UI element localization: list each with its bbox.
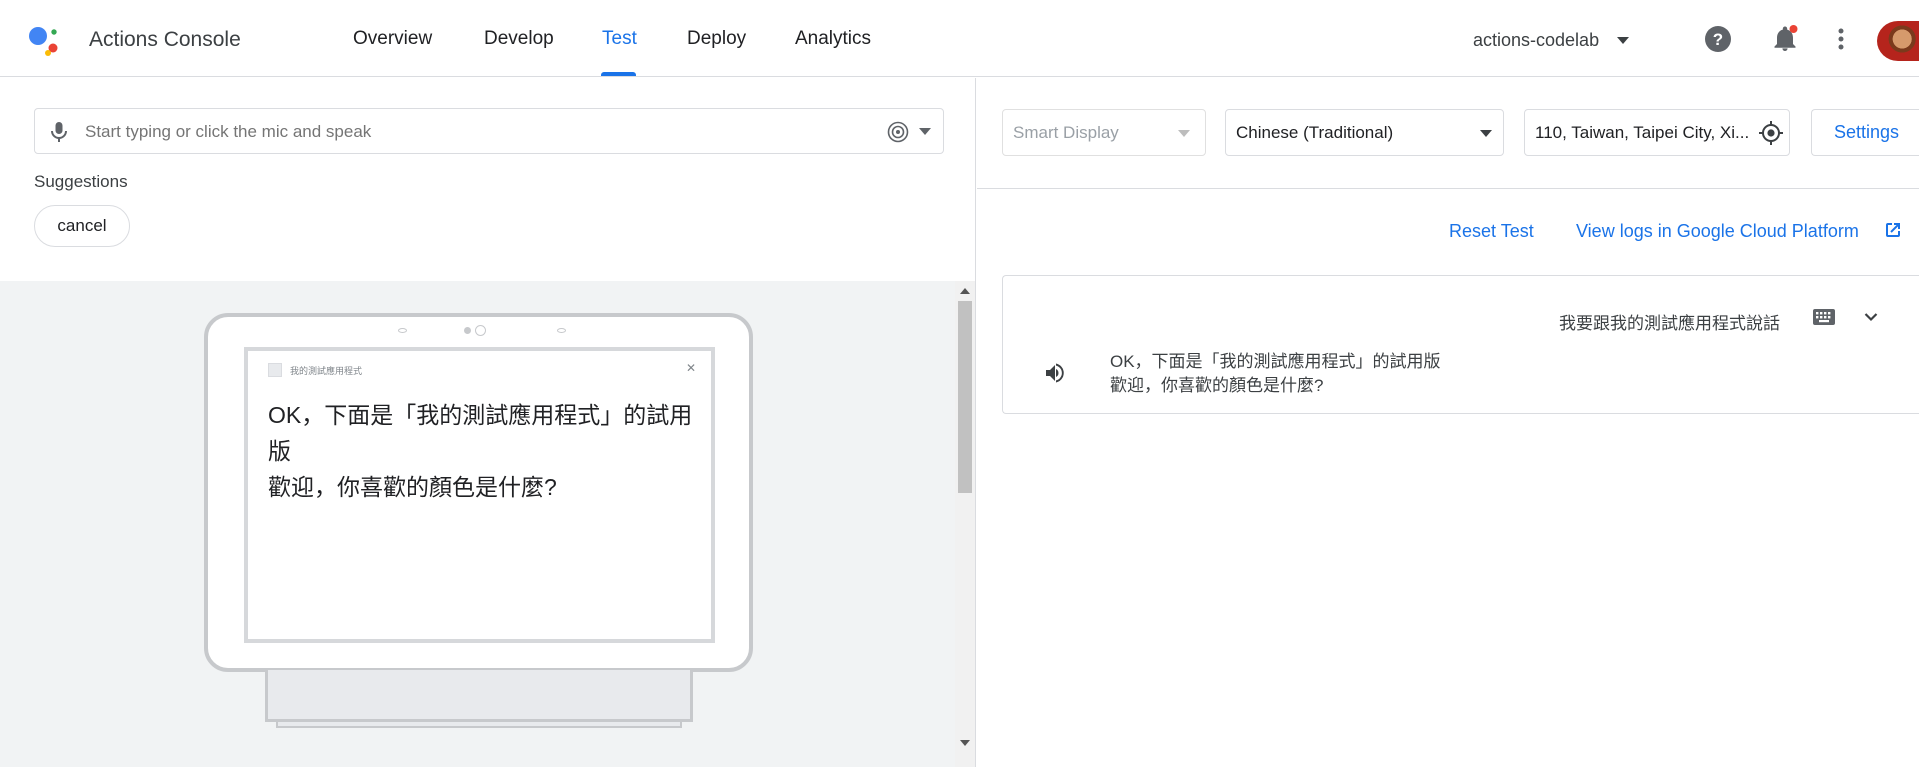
scroll-down-arrow-icon[interactable] <box>960 740 970 746</box>
mic-icon[interactable] <box>50 121 68 143</box>
keyboard-icon <box>1813 309 1835 325</box>
settings-button[interactable]: Settings <box>1811 109 1919 156</box>
audio-input-icon[interactable] <box>887 121 909 143</box>
top-app-bar: Actions Console Overview Develop Test De… <box>0 0 1919 77</box>
smart-display-frame: 我的測試應用程式 ✕ OK，下面是「我的測試應用程式」的試用版 歡迎，你喜歡的顏… <box>204 313 753 672</box>
tab-develop[interactable]: Develop <box>484 28 554 50</box>
google-assistant-logo-icon <box>29 27 58 56</box>
app-icon <box>268 363 282 377</box>
response-line: 歡迎，你喜歡的顏色是什麼? <box>1110 376 1324 395</box>
device-stand-base <box>276 722 682 728</box>
screen-response-line: 歡迎，你喜歡的顏色是什麼? <box>268 474 557 500</box>
simulator-scrollbar[interactable] <box>955 281 975 767</box>
app-title: Actions Console <box>89 28 241 51</box>
language-select[interactable]: Chinese (Traditional) <box>1225 109 1504 156</box>
query-input-placeholder[interactable]: Start typing or click the mic and speak <box>85 122 371 142</box>
query-input-panel: Start typing or click the mic and speak … <box>0 78 976 281</box>
screen-response-line: OK，下面是「我的測試應用程式」的試用版 <box>268 402 693 464</box>
location-select[interactable]: 110, Taiwan, Taipei City, Xi... <box>1524 109 1790 156</box>
expand-more-icon[interactable] <box>1863 309 1879 325</box>
avatar[interactable] <box>1877 21 1919 61</box>
simulator-settings-bar: Smart Display Chinese (Traditional) 110,… <box>977 78 1919 189</box>
project-selector[interactable]: actions-codelab <box>1473 30 1599 51</box>
sensor-dot <box>464 327 471 334</box>
active-tab-indicator <box>601 72 636 76</box>
user-query-text: 我要跟我的測試應用程式說話 <box>1559 314 1780 333</box>
surface-select-value[interactable]: Smart Display <box>1013 123 1119 143</box>
svg-text:?: ? <box>1713 30 1723 49</box>
screen-response-text: OK，下面是「我的測試應用程式」的試用版 歡迎，你喜歡的顏色是什麼? <box>268 397 708 505</box>
reset-test-button[interactable]: Reset Test <box>1449 221 1534 242</box>
tab-test[interactable]: Test <box>602 28 637 50</box>
simulator-screen: 我的測試應用程式 ✕ OK，下面是「我的測試應用程式」的試用版 歡迎，你喜歡的顏… <box>244 347 715 643</box>
chevron-down-icon[interactable] <box>1178 130 1190 137</box>
sensor-dot <box>557 328 566 333</box>
view-logs-link[interactable]: View logs in Google Cloud Platform <box>1576 221 1859 242</box>
speaker-icon[interactable] <box>1044 362 1066 384</box>
input-mode-dropdown-icon[interactable] <box>919 128 931 135</box>
tab-overview[interactable]: Overview <box>353 28 432 50</box>
sensor-dot <box>398 328 407 333</box>
response-line: OK，下面是「我的測試應用程式」的試用版 <box>1110 352 1441 371</box>
language-select-value[interactable]: Chinese (Traditional) <box>1236 123 1393 143</box>
tab-deploy[interactable]: Deploy <box>687 28 746 50</box>
close-icon[interactable]: ✕ <box>686 361 696 375</box>
open-in-new-icon[interactable] <box>1884 221 1902 239</box>
suggestion-chip-cancel[interactable]: cancel <box>34 205 130 247</box>
query-input[interactable]: Start typing or click the mic and speak <box>34 108 944 154</box>
scroll-up-arrow-icon[interactable] <box>960 288 970 294</box>
camera-icon <box>475 325 486 336</box>
chevron-down-icon[interactable] <box>1617 37 1629 44</box>
notifications-icon[interactable] <box>1770 24 1800 54</box>
surface-select[interactable]: Smart Display <box>1002 109 1206 156</box>
screen-app-name: 我的測試應用程式 <box>290 366 363 376</box>
conversation-card: 我要跟我的測試應用程式說話 OK，下面是「我的測試應用程式」的試用版 歡迎，你喜… <box>1002 275 1919 414</box>
tab-analytics[interactable]: Analytics <box>795 28 871 50</box>
location-value[interactable]: 110, Taiwan, Taipei City, Xi... <box>1535 123 1757 143</box>
chevron-down-icon[interactable] <box>1480 130 1492 137</box>
suggestions-label: Suggestions <box>34 172 128 191</box>
scrollbar-thumb[interactable] <box>958 301 972 493</box>
help-icon[interactable]: ? <box>1703 24 1733 54</box>
more-vert-icon[interactable] <box>1826 24 1856 54</box>
simulator-area: 我的測試應用程式 ✕ OK，下面是「我的測試應用程式」的試用版 歡迎，你喜歡的顏… <box>0 281 976 767</box>
device-stand <box>265 670 693 722</box>
my-location-icon[interactable] <box>1758 120 1784 146</box>
assistant-response-text: OK，下面是「我的測試應用程式」的試用版 歡迎，你喜歡的顏色是什麼? <box>1110 350 1441 398</box>
